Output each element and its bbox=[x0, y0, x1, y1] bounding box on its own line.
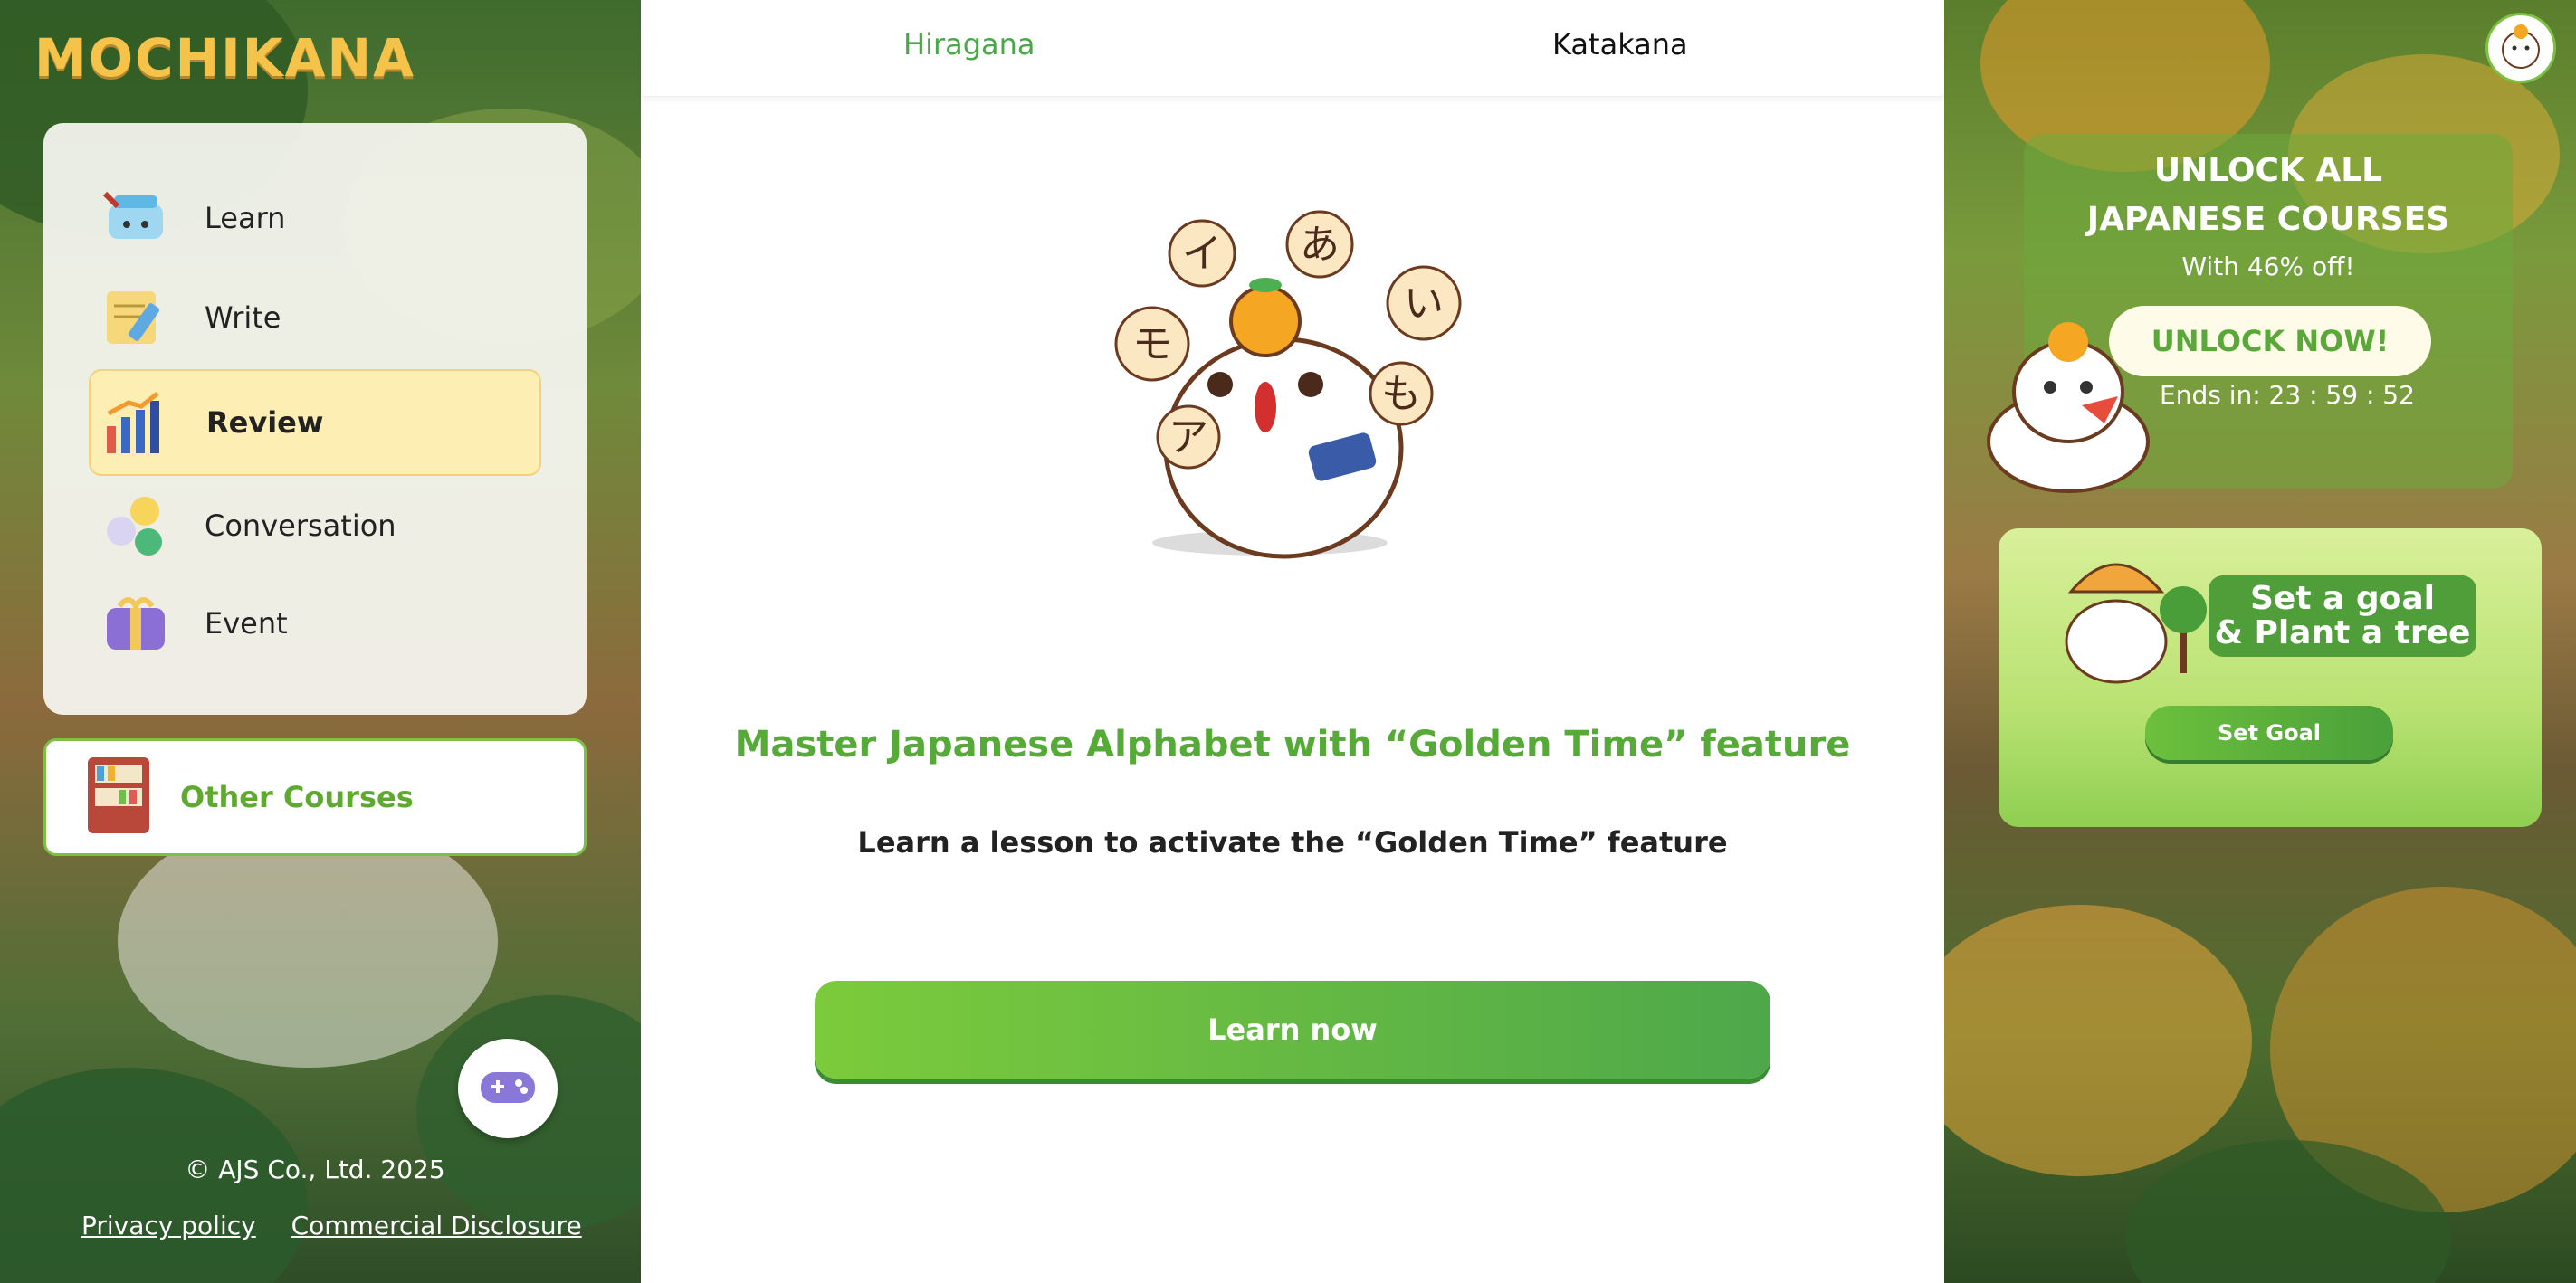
gamepad-icon bbox=[479, 1067, 537, 1110]
sidebar-item-label: Conversation bbox=[205, 508, 396, 543]
kana-glyph: ア bbox=[1169, 414, 1208, 461]
sidebar-nav: Learn Write Review Conversation Event bbox=[43, 123, 587, 715]
privacy-policy-link[interactable]: Privacy policy bbox=[81, 1211, 256, 1240]
sidebar-item-review[interactable]: Review bbox=[89, 369, 541, 476]
mochikana-logo[interactable]: MOCHIKANA bbox=[34, 27, 415, 89]
promo-title-line: JAPANESE COURSES bbox=[2086, 201, 2450, 238]
other-courses-label: Other Courses bbox=[180, 780, 414, 814]
kana-glyph: イ bbox=[1182, 231, 1222, 277]
bookshelf-icon bbox=[84, 754, 153, 841]
sidebar-item-write[interactable]: Write bbox=[89, 268, 541, 367]
commercial-disclosure-link[interactable]: Commercial Disclosure bbox=[291, 1211, 582, 1240]
game-controller-button[interactable] bbox=[458, 1039, 558, 1138]
mochi-watermelon-mascot bbox=[1987, 322, 2150, 493]
set-goal-button[interactable]: Set Goal bbox=[2145, 706, 2393, 760]
kana-glyph: あ bbox=[1300, 222, 1340, 268]
gift-icon bbox=[100, 587, 172, 660]
promo-title-line: UNLOCK ALL bbox=[2153, 152, 2383, 189]
kana-glyph: い bbox=[1404, 280, 1444, 327]
pencil-icon bbox=[100, 281, 172, 354]
page-subheadline: Learn a lesson to activate the “Golden T… bbox=[857, 825, 1728, 860]
tab-katakana[interactable]: Katakana bbox=[1552, 27, 1688, 62]
sidebar-item-label: Learn bbox=[205, 201, 286, 235]
cap-icon bbox=[100, 182, 172, 254]
farmer-mochi-illustration bbox=[2065, 563, 2207, 684]
bar-chart-icon bbox=[101, 386, 174, 459]
promo-countdown: Ends in: 23 : 59 : 52 bbox=[2160, 380, 2415, 410]
learn-now-button[interactable]: Learn now bbox=[815, 981, 1770, 1079]
user-avatar[interactable] bbox=[2485, 13, 2556, 83]
kana-glyph: モ bbox=[1132, 321, 1172, 367]
promo-discount: With 46% off! bbox=[2181, 252, 2355, 281]
copyright-text: © AJS Co., Ltd. 2025 bbox=[185, 1155, 445, 1184]
set-goal-card: Set a goal & Plant a tree Set Goal bbox=[1999, 528, 2542, 827]
sidebar-item-label: Write bbox=[205, 300, 281, 335]
sidebar-item-label: Review bbox=[206, 405, 324, 440]
sidebar-item-learn[interactable]: Learn bbox=[89, 168, 541, 268]
alphabet-tabs: Hiragana Katakana bbox=[641, 0, 1944, 97]
sidebar-item-conversation[interactable]: Conversation bbox=[89, 476, 541, 575]
other-courses-button[interactable]: Other Courses bbox=[43, 738, 587, 856]
footer-links: Privacy policy Commercial Disclosure bbox=[81, 1211, 609, 1240]
promo-title: UNLOCK ALL JAPANESE COURSES bbox=[2024, 147, 2513, 244]
unlock-now-button[interactable]: UNLOCK NOW! bbox=[2109, 306, 2431, 376]
mochi-avatar-icon bbox=[2495, 21, 2546, 75]
main-panel: Hiragana Katakana イ あ い モ も ア Master Jap… bbox=[641, 0, 1944, 1283]
tab-hiragana[interactable]: Hiragana bbox=[903, 27, 1035, 62]
sidebar-item-event[interactable]: Event bbox=[89, 574, 541, 673]
mochi-mascot-illustration: イ あ い モ も ア bbox=[1114, 210, 1462, 559]
page-headline: Master Japanese Alphabet with “Golden Ti… bbox=[734, 724, 1851, 765]
goal-banner: Set a goal & Plant a tree bbox=[2209, 575, 2476, 657]
sidebar-item-label: Event bbox=[205, 606, 288, 641]
kana-glyph: も bbox=[1381, 371, 1421, 417]
goal-banner-line: Set a goal bbox=[2249, 580, 2436, 617]
chat-icon bbox=[100, 489, 172, 562]
goal-banner-line: & Plant a tree bbox=[2214, 614, 2471, 651]
